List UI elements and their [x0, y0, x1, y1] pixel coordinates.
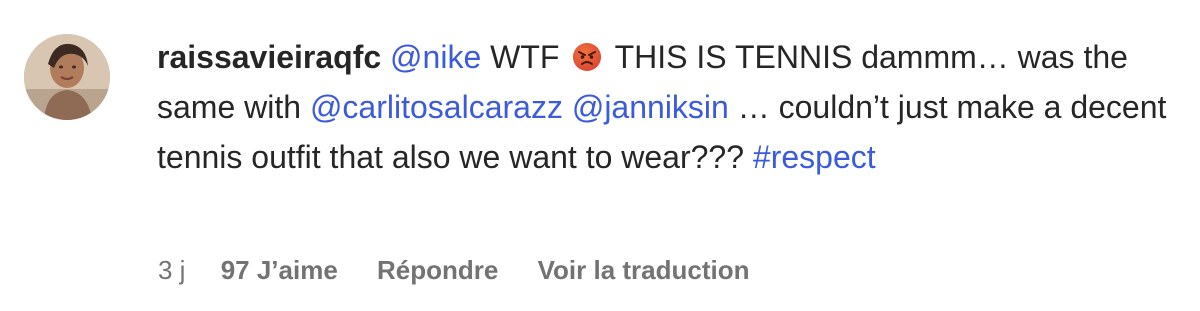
comment-body: raissavieiraqfc @nike WTF THIS IS TENNIS…: [157, 32, 1167, 182]
angry-face-emoji-icon: [572, 36, 602, 71]
comment-text-1: WTF: [481, 39, 569, 75]
see-translation-button[interactable]: Voir la traduction: [538, 252, 750, 288]
comment-username[interactable]: raissavieiraqfc: [157, 39, 381, 75]
comment: raissavieiraqfc @nike WTF THIS IS TENNIS…: [0, 0, 1200, 311]
comment-text-3: [563, 89, 572, 125]
hashtag-respect[interactable]: #respect: [753, 139, 876, 175]
mention-janniksin[interactable]: @janniksin: [572, 89, 729, 125]
mention-carlitosalcarazz[interactable]: @carlitosalcarazz: [310, 89, 563, 125]
profile-photo-icon: [24, 34, 110, 120]
comment-actions: 3 j 97 J’aime Répondre Voir la traductio…: [158, 252, 749, 288]
likes-count-button[interactable]: 97 J’aime: [221, 252, 338, 288]
comment-timestamp: 3 j: [158, 255, 186, 285]
mention-nike[interactable]: @nike: [390, 39, 481, 75]
avatar[interactable]: [24, 34, 110, 120]
reply-button[interactable]: Répondre: [377, 252, 498, 288]
